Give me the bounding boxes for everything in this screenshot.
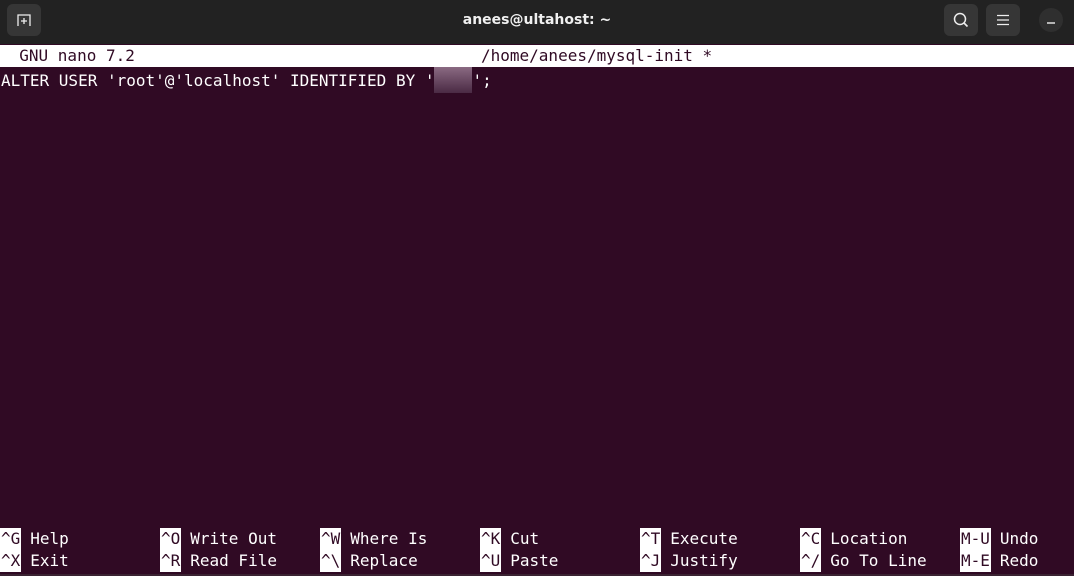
search-icon xyxy=(953,12,969,28)
minimize-button[interactable] xyxy=(1039,8,1063,32)
shortcut-undo[interactable]: M-U Undo xyxy=(960,528,1038,550)
shortcut-key: ^U xyxy=(480,550,502,572)
shortcut-justify[interactable]: ^J Justify xyxy=(640,550,738,572)
shortcut-label: Redo xyxy=(999,551,1039,570)
shortcut-key: ^R xyxy=(160,550,182,572)
minimize-icon xyxy=(1047,22,1055,24)
shortcut-write-out[interactable]: ^O Write Out xyxy=(160,528,277,550)
shortcut-label: Help xyxy=(30,529,69,548)
shortcut-where-is[interactable]: ^W Where Is xyxy=(320,528,427,550)
shortcut-key: ^J xyxy=(640,550,662,572)
shortcut-label: Location xyxy=(830,529,908,548)
shortcut-key: M-E xyxy=(960,550,991,572)
shortcut-key: ^C xyxy=(800,528,822,550)
shortcut-redo[interactable]: M-E Redo xyxy=(960,550,1038,572)
search-button[interactable] xyxy=(944,4,978,36)
shortcut-label: Undo xyxy=(999,529,1039,548)
shortcut-label: Go To Line xyxy=(830,551,927,570)
shortcut-read-file[interactable]: ^R Read File xyxy=(160,550,277,572)
shortcut-key: ^X xyxy=(0,550,22,572)
terminal-area[interactable]: GNU nano 7.2 /home/anees/mysql-init * AL… xyxy=(0,44,1074,576)
shortcut-label: Execute xyxy=(670,529,738,548)
shortcut-key: M-U xyxy=(960,528,991,550)
menu-button[interactable] xyxy=(986,4,1020,36)
shortcut-key: ^O xyxy=(160,528,182,550)
window-titlebar: anees@ultahost: ~ xyxy=(0,0,1074,44)
shortcut-label: Exit xyxy=(30,551,69,570)
shortcut-key: ^/ xyxy=(800,550,822,572)
editor-text-before: ALTER USER 'root'@'localhost' IDENTIFIED… xyxy=(1,71,435,90)
nano-file-path: /home/anees/mysql-init * xyxy=(481,46,713,65)
shortcut-label: Cut xyxy=(510,529,540,548)
shortcut-cut[interactable]: ^K Cut xyxy=(480,528,539,550)
shortcut-exit[interactable]: ^X Exit xyxy=(0,550,69,572)
shortcut-label: Where Is xyxy=(350,529,428,548)
shortcut-label: Justify xyxy=(670,551,738,570)
shortcut-execute[interactable]: ^T Execute xyxy=(640,528,738,550)
shortcut-label: Write Out xyxy=(190,529,277,548)
shortcut-paste[interactable]: ^U Paste xyxy=(480,550,558,572)
nano-version: GNU nano 7.2 xyxy=(0,46,135,65)
editor-text-after: '; xyxy=(472,71,492,90)
shortcut-label: Paste xyxy=(510,551,559,570)
shortcut-label: Read File xyxy=(190,551,277,570)
hamburger-menu-icon xyxy=(997,14,1009,26)
shortcut-go-to-line[interactable]: ^/ Go To Line xyxy=(800,550,927,572)
editor-line-1[interactable]: ALTER USER 'root'@'localhost' IDENTIFIED… xyxy=(1,67,492,93)
shortcut-label: Replace xyxy=(350,551,418,570)
nano-header-bar: GNU nano 7.2 /home/anees/mysql-init * xyxy=(0,45,1074,67)
shortcut-key: ^W xyxy=(320,528,342,550)
window-title: anees@ultahost: ~ xyxy=(462,12,612,28)
shortcut-key: ^T xyxy=(640,528,662,550)
shortcut-key: ^K xyxy=(480,528,502,550)
redacted-password xyxy=(434,67,473,93)
shortcut-key: ^\ xyxy=(320,550,342,572)
shortcut-location[interactable]: ^C Location xyxy=(800,528,907,550)
shortcut-key: ^G xyxy=(0,528,22,550)
shortcut-replace[interactable]: ^\ Replace xyxy=(320,550,418,572)
shortcut-help[interactable]: ^G Help xyxy=(0,528,69,550)
nano-shortcut-bar: ^G Help ^O Write Out ^W Where Is ^K Cut ^T Ex… xyxy=(0,528,1074,572)
